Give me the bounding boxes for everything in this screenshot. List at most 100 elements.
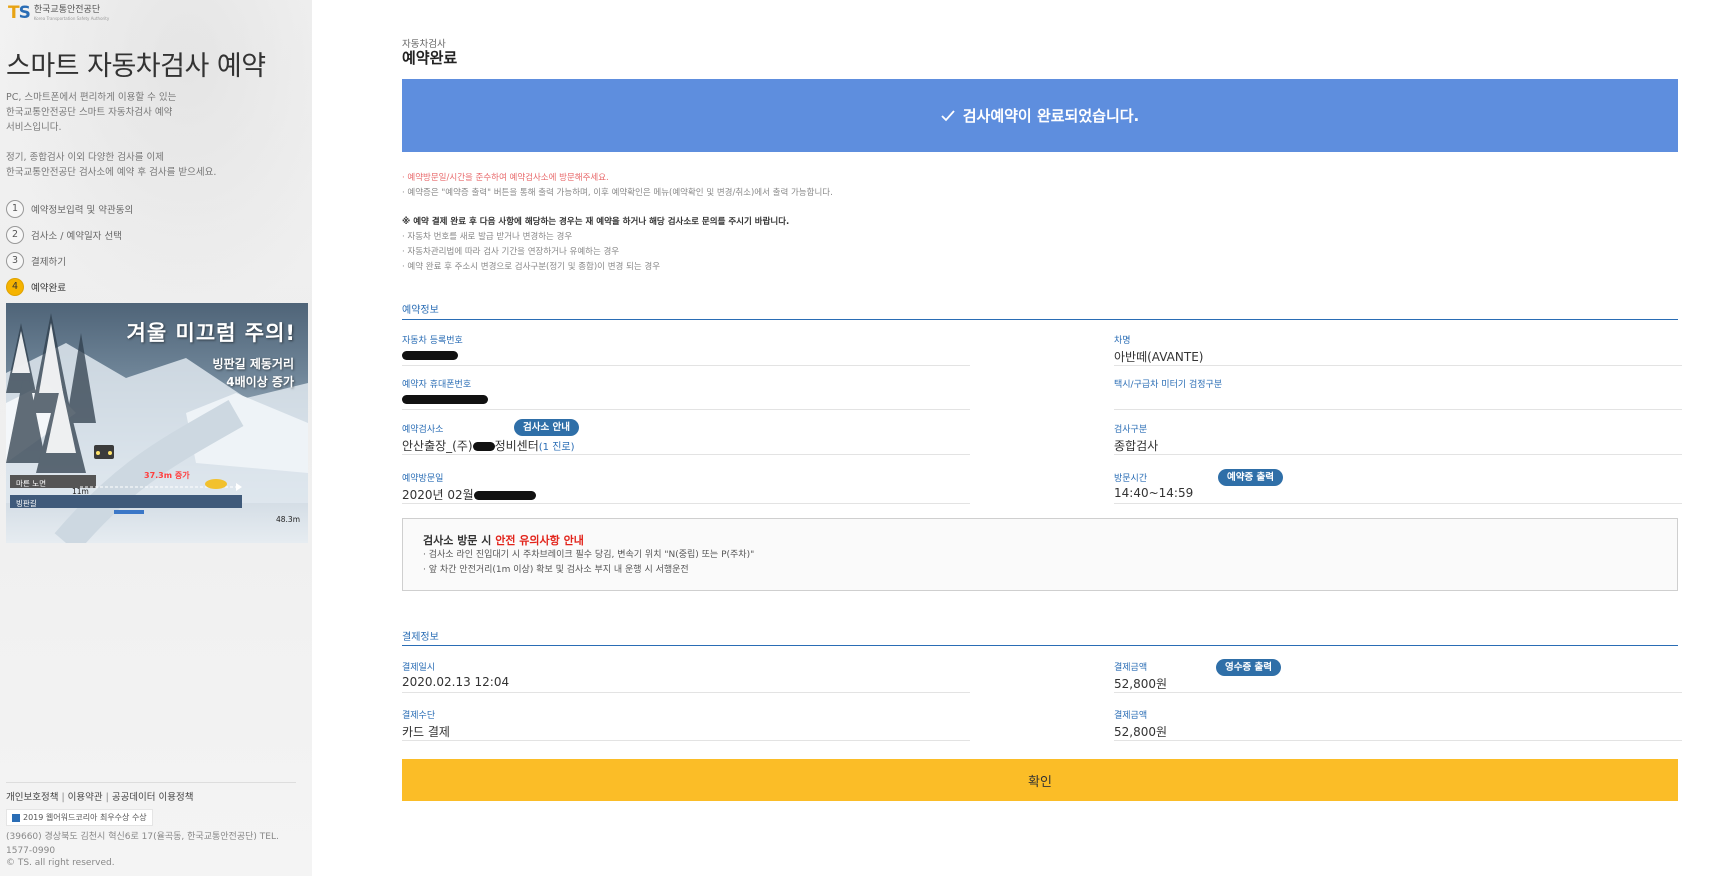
field-value: 52,800원 bbox=[1114, 677, 1168, 691]
desc-line: 정기, 종합검사 이외 다양한 검사를 이제 bbox=[6, 152, 164, 163]
sidebar-description: PC, 스마트폰에서 편리하게 이용할 수 있는 한국교통안전공단 스마트 자동… bbox=[6, 90, 306, 135]
safety-title: 검사소 방문 시 안전 유의사항 안내 bbox=[423, 532, 1657, 548]
check-icon bbox=[941, 109, 955, 121]
step-number: 3 bbox=[6, 251, 24, 270]
completion-message: 검사예약이 완료되었습니다. bbox=[962, 107, 1140, 125]
field-value bbox=[402, 392, 970, 409]
field-label: 예약자 휴대폰번호 bbox=[402, 380, 472, 390]
desc-line: 한국교통안전공단 스마트 자동차검사 예약 bbox=[6, 107, 173, 118]
field-label: 예약방문일 bbox=[402, 474, 444, 484]
visit-date: 2020년 02월 bbox=[402, 488, 474, 502]
distance-increase: 37.3m 증가 bbox=[144, 471, 190, 480]
section-divider bbox=[402, 319, 1678, 320]
step-label: 예약완료 bbox=[31, 282, 66, 294]
redacted-mark bbox=[402, 395, 488, 404]
payment-datetime-field: 결제일시 2020.02.13 12:04 bbox=[402, 660, 970, 693]
footer-links: 개인보호정책 | 이용약관 | 공공데이터 이용정책 bbox=[6, 792, 194, 803]
field-label: 차명 bbox=[1114, 336, 1131, 346]
notice-item: · 예약 완료 후 주소시 변경으로 검사구분(정기 및 종합)이 변경 되는 … bbox=[402, 262, 661, 272]
step-list: 1 예약정보입력 및 약관동의 2 검사소 / 예약일자 선택 3 결제하기 4… bbox=[6, 198, 133, 302]
field-label: 검사구분 bbox=[1114, 425, 1148, 435]
section-divider bbox=[402, 645, 1678, 646]
confirm-button[interactable]: 확인 bbox=[402, 759, 1678, 801]
step-label: 결제하기 bbox=[31, 256, 66, 268]
winter-safety-banner[interactable]: 겨울 미끄럼 주의! 빙판길 제동거리 4배이상 증가 마른 노면 빙판길 11… bbox=[6, 303, 308, 543]
field-value: 안산출장_(주) 정비센터(1 진로) bbox=[402, 437, 970, 454]
award-text: 2019 웹어워드코리아 최우수상 수상 bbox=[23, 813, 147, 822]
banner-subtitle: 빙판길 제동거리 bbox=[212, 357, 294, 371]
field-value: 14:40~14:59 bbox=[1114, 486, 1194, 500]
payment-method-field: 결제수단 카드 결제 bbox=[402, 708, 970, 741]
inspection-type-field: 검사구분 종합검사 bbox=[1114, 422, 1682, 455]
field-label: 결제금액 bbox=[1114, 663, 1148, 673]
step-label: 검사소 / 예약일자 선택 bbox=[31, 230, 122, 242]
safety-item: · 검사소 라인 진입대기 시 주차브레이크 필수 당김, 변속기 위치 "N(… bbox=[423, 550, 755, 560]
field-label: 방문시간 bbox=[1114, 474, 1148, 484]
redacted-mark bbox=[473, 491, 536, 500]
sidebar: TS 한국교통안전공단 Korea Transportation Safety … bbox=[0, 0, 312, 876]
redacted-mark bbox=[402, 351, 458, 360]
phone-field: 예약자 휴대폰번호 bbox=[402, 377, 970, 410]
completion-banner: 검사예약이 완료되었습니다. bbox=[402, 79, 1678, 152]
award-icon bbox=[12, 813, 20, 822]
field-label: 택시/구급차 미터기 검정구분 bbox=[1114, 380, 1223, 390]
notice-line: · 예약증은 "예약증 출력" 버튼을 통해 출력 가능하며, 이후 예약확인은… bbox=[402, 188, 833, 198]
ice-distance: 48.3m bbox=[276, 515, 301, 524]
field-label: 결제일시 bbox=[402, 663, 436, 673]
public-data-link[interactable]: 공공데이터 이용정책 bbox=[112, 792, 194, 803]
step-number: 2 bbox=[6, 225, 24, 244]
taxi-meter-field: 택시/구급차 미터기 검정구분 bbox=[1114, 377, 1682, 410]
logo-text: 한국교통안전공단 bbox=[33, 5, 101, 15]
payment-section-title: 결제정보 bbox=[402, 632, 439, 643]
center-info-button[interactable]: 검사소 안내 bbox=[514, 419, 580, 436]
sidebar-footer: 개인보호정책 | 이용약관 | 공공데이터 이용정책 2019 웹어워드코리아 최우수상… bbox=[6, 782, 296, 868]
step-4-active: 4 예약완료 bbox=[6, 276, 133, 297]
award-badge: 2019 웹어워드코리아 최우수상 수상 bbox=[6, 809, 153, 826]
desc-line: PC, 스마트폰에서 편리하게 이용할 수 있는 bbox=[6, 92, 177, 103]
field-value: 2020.02.13 12:04 bbox=[402, 675, 510, 689]
logo-mark: TS bbox=[8, 3, 31, 23]
page-title: 예약완료 bbox=[402, 49, 458, 67]
field-value: 아반떼(AVANTE) bbox=[1114, 350, 1204, 364]
desc-line: 서비스입니다. bbox=[6, 122, 62, 133]
print-reservation-button[interactable]: 예약증 출력 bbox=[1218, 469, 1284, 486]
banner-title: 겨울 미끄럼 주의! bbox=[126, 321, 296, 345]
safety-item: · 앞 차간 안전거리(1m 이상) 확보 및 검사소 부지 내 운행 시 서행… bbox=[423, 565, 689, 575]
copyright: © TS. all right reserved. bbox=[6, 858, 115, 868]
banner-subtitle: 4배이상 증가 bbox=[226, 375, 294, 389]
car-number-field: 자동차 등록번호 bbox=[402, 333, 970, 366]
field-value bbox=[1114, 392, 1682, 409]
notice-red: · 예약방문일/시간을 준수하여 예약검사소에 방문해주세요. bbox=[402, 173, 609, 183]
safety-notice-box: 검사소 방문 시 안전 유의사항 안내 · 검사소 라인 진입대기 시 주차브레… bbox=[402, 518, 1678, 591]
redacted-mark bbox=[472, 442, 495, 451]
ice-road-label: 빙판길 bbox=[16, 499, 37, 508]
field-value bbox=[402, 348, 970, 365]
notice-item: · 자동차관리법에 따라 검사 기간을 연장하거나 유예하는 경우 bbox=[402, 247, 620, 257]
safety-title-prefix: 검사소 방문 시 bbox=[423, 534, 496, 547]
car-name-field: 차명 아반떼(AVANTE) bbox=[1114, 333, 1682, 366]
privacy-link[interactable]: 개인보호정책 bbox=[6, 792, 58, 803]
notice-bold: ※ 예약 결제 완료 후 다음 사항에 해당하는 경우는 재 예약을 하거나 해… bbox=[402, 217, 790, 227]
sidebar-title: 스마트 자동차검사 예약 bbox=[6, 51, 266, 82]
logo-subtext: Korea Transportation Safety Authority bbox=[33, 16, 110, 21]
payment-amount-field-2: 결제금액 52,800원 bbox=[1114, 708, 1682, 741]
terms-link[interactable]: 이용약관 bbox=[68, 792, 103, 803]
step-number: 1 bbox=[6, 199, 24, 218]
notice-text: · 예약방문일/시간을 준수하여 예약검사소에 방문해주세요. · 예약증은 "… bbox=[402, 171, 1678, 275]
reservation-section-title: 예약정보 bbox=[402, 305, 439, 316]
field-label: 자동차 등록번호 bbox=[402, 336, 463, 346]
logo[interactable]: TS 한국교통안전공단 Korea Transportation Safety … bbox=[8, 5, 109, 22]
payment-amount-field: 결제금액 52,800원 bbox=[1114, 660, 1682, 693]
center-name: 안산출장_(주) bbox=[402, 439, 473, 453]
field-value: 카드 결제 bbox=[402, 725, 450, 739]
center-name-suffix: 정비센터 bbox=[494, 439, 539, 453]
dry-road-label: 마른 노면 bbox=[16, 479, 46, 488]
print-receipt-button[interactable]: 영수증 출력 bbox=[1216, 659, 1282, 676]
field-label: 결제금액 bbox=[1114, 711, 1148, 721]
center-hall: (1 진로) bbox=[538, 442, 575, 453]
step-2: 2 검사소 / 예약일자 선택 bbox=[6, 224, 133, 245]
field-value: 종합검사 bbox=[1114, 439, 1159, 453]
visit-date-field: 예약방문일 2020년 02월 bbox=[402, 471, 970, 504]
desc-line: 한국교통안전공단 검사소에 예약 후 검사를 받으세요. bbox=[6, 167, 217, 178]
inspection-center-field: 예약검사소 안산출장_(주) 정비센터(1 진로) bbox=[402, 422, 970, 455]
